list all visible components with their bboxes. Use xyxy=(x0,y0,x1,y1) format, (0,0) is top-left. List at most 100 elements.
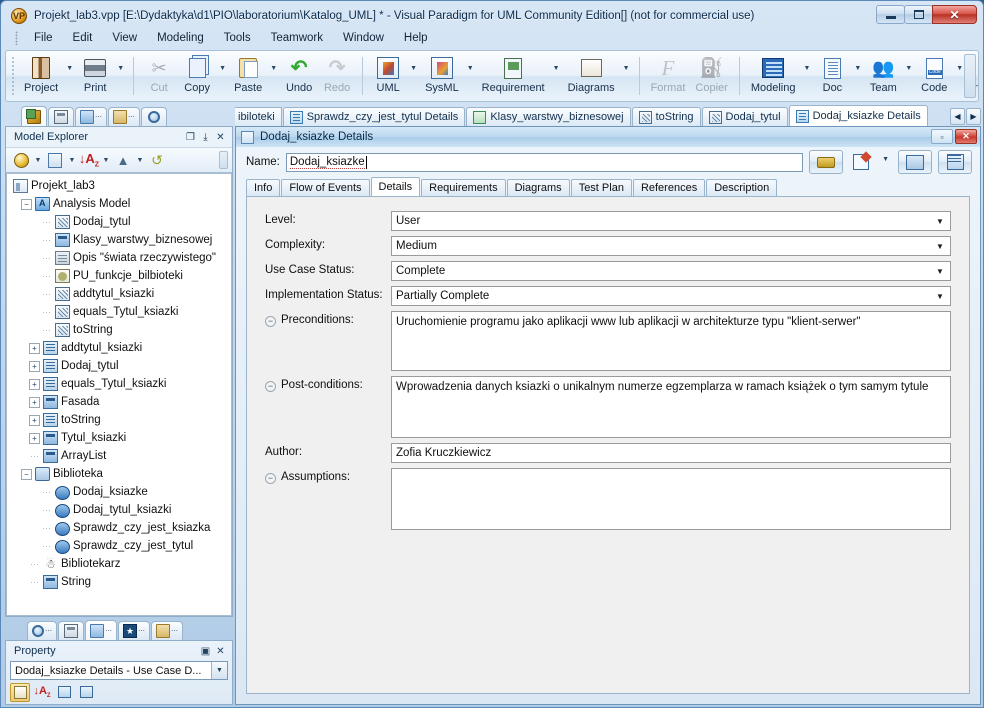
postconditions-textarea[interactable]: Wprowadzenia danych ksiazki o unikalnym … xyxy=(391,376,951,438)
menu-item-modeling[interactable]: Modeling xyxy=(148,30,213,46)
implementation-status-combo[interactable]: Partially Complete ▼ xyxy=(391,286,951,306)
tree-item-string[interactable]: ⋯ String xyxy=(10,573,231,591)
sysml-dropdown-arrow-icon[interactable]: ▼ xyxy=(464,65,477,72)
requirement-dropdown-arrow-icon[interactable]: ▼ xyxy=(550,65,563,72)
document-tab-ibiloteki[interactable]: ibiloteki xyxy=(235,107,282,126)
toolbar-undo-button[interactable]: ↶ Undo xyxy=(280,53,318,99)
tree-item-dodaj-tytul-ucd[interactable]: ⋯ Dodaj_tytul xyxy=(10,213,231,231)
tree-item-klasy-warstwy-biznesowej[interactable]: ⋯ Klasy_warstwy_biznesowej xyxy=(10,231,231,249)
undock-icon[interactable]: ▣ xyxy=(198,644,213,659)
sync-refresh-button[interactable]: ↺ xyxy=(146,150,168,171)
toolbar-uml-button[interactable]: UML xyxy=(369,53,407,99)
document-tab-klasy-warstwy-biznesowej[interactable]: Klasy_warstwy_biznesowej xyxy=(466,107,631,126)
dock-tab-model-explorer[interactable] xyxy=(21,106,47,126)
tab-details[interactable]: Details xyxy=(370,177,421,196)
tree-item-fasada[interactable]: + Fasada xyxy=(10,393,231,411)
team-dropdown-arrow-icon[interactable]: ▼ xyxy=(902,65,915,72)
dock-tab-class-repository[interactable]: ⋯ xyxy=(75,107,107,126)
chevron-down-icon[interactable]: ▼ xyxy=(211,662,227,679)
toolbar-redo-button[interactable]: ↷ Redo xyxy=(318,53,356,99)
dock-tab-search-panel[interactable]: ⋯ xyxy=(27,621,57,640)
chevron-down-icon[interactable]: ▼ xyxy=(933,237,947,255)
toolbar-copy-button[interactable]: Copy xyxy=(178,53,216,99)
complexity-combo[interactable]: Medium ▼ xyxy=(391,236,951,256)
dock-tab-database[interactable]: ⋯ xyxy=(151,621,183,640)
collapse-section-icon[interactable]: − xyxy=(265,381,276,392)
collapse-expander-icon[interactable]: − xyxy=(21,468,32,480)
tree-item-addtytul-ksiazki-seq[interactable]: + addtytul_ksiazki xyxy=(10,339,231,357)
dock-tab-documentation[interactable] xyxy=(58,621,84,640)
menu-grip-icon[interactable] xyxy=(15,31,18,45)
toolbar-diagrams-button[interactable]: Diagrams xyxy=(563,53,620,99)
chevron-down-icon[interactable]: ▼ xyxy=(933,287,947,305)
menu-item-tools[interactable]: Tools xyxy=(215,30,260,46)
toolbar-grip-icon[interactable] xyxy=(11,56,15,96)
toolbar-format-button[interactable]: F Format xyxy=(646,53,691,99)
expand-expander-icon[interactable]: + xyxy=(29,396,40,408)
document-tab-dodaj-ksiazke-details[interactable]: Dodaj_ksiazke Details xyxy=(788,105,928,126)
collapse-dropdown-arrow-icon[interactable]: ▼ xyxy=(135,157,145,164)
tree-item-arraylist[interactable]: ⋯ ArrayList xyxy=(10,447,231,465)
property-target-combo[interactable]: Dodaj_ksiazke Details - Use Case D... ▼ xyxy=(10,661,228,680)
level-combo[interactable]: User ▼ xyxy=(391,211,951,231)
group-by-button[interactable] xyxy=(44,150,66,171)
tree-item-bibliotekarz[interactable]: ⋯ ☃ Bibliotekarz xyxy=(10,555,231,573)
toolbar-requirement-button[interactable]: Requirement xyxy=(477,53,550,99)
tab-requirements[interactable]: Requirements xyxy=(421,179,506,196)
use-case-status-combo[interactable]: Complete ▼ xyxy=(391,261,951,281)
details-close-button[interactable]: ✕ xyxy=(955,129,977,144)
sort-az-button[interactable]: ↓AZ xyxy=(32,683,52,702)
minimize-button[interactable] xyxy=(876,5,905,24)
menu-item-teamwork[interactable]: Teamwork xyxy=(262,30,332,46)
toolbar-modeling-button[interactable]: Modeling xyxy=(746,53,801,99)
collapse-expander-icon[interactable]: − xyxy=(21,198,32,210)
collapse-all-button[interactable] xyxy=(76,683,96,702)
tree-item-analysis-model[interactable]: − Analysis Model xyxy=(10,195,231,213)
project-dropdown-arrow-icon[interactable]: ▼ xyxy=(63,65,76,72)
pin-icon[interactable]: ⤓ xyxy=(198,130,213,145)
panel-close-icon[interactable]: ✕ xyxy=(213,130,228,145)
tree-item-sprawdz-czy-jest-ksiazka[interactable]: ⋯ Sprawdz_czy_jest_ksiazka xyxy=(10,519,231,537)
chevron-down-icon[interactable]: ▼ xyxy=(933,212,947,230)
document-tab-dodaj-tytul[interactable]: Dodaj_tytul xyxy=(701,107,788,126)
toolbar-project-button[interactable]: Project xyxy=(19,53,63,99)
maximize-button[interactable] xyxy=(904,5,933,24)
model-explorer-tree[interactable]: Projekt_lab3 − Analysis Model ⋯ Dodaj_ty… xyxy=(6,173,232,616)
collapse-up-button[interactable]: ▲ xyxy=(112,150,134,171)
sort-az-button[interactable]: ↓AZ xyxy=(78,150,100,171)
toolbar-overflow-scrollbar[interactable] xyxy=(964,54,976,98)
menu-item-help[interactable]: Help xyxy=(395,30,437,46)
diagrams-dropdown-arrow-icon[interactable]: ▼ xyxy=(620,65,633,72)
dock-tab-search[interactable] xyxy=(141,107,167,126)
tree-item-opis-swiata[interactable]: ⋯ Opis "świata rzeczywistego" xyxy=(10,249,231,267)
tab-test-plan[interactable]: Test Plan xyxy=(570,179,632,196)
author-input[interactable]: Zofia Kruczkiewicz xyxy=(391,443,951,463)
edit-dropdown-arrow-icon[interactable]: ▼ xyxy=(879,156,892,163)
menu-item-window[interactable]: Window xyxy=(334,30,393,46)
tree-item-tostring-ucd[interactable]: ⋯ toString xyxy=(10,321,231,339)
expand-all-button[interactable] xyxy=(54,683,74,702)
toolbar-copier-button[interactable]: ⛽ Copier xyxy=(690,53,732,99)
tab-description[interactable]: Description xyxy=(706,179,778,196)
tree-item-addtytul-ksiazki-ucd[interactable]: ⋯ addtytul_ksiazki xyxy=(10,285,231,303)
tab-scroll-prev-icon[interactable]: ◀ xyxy=(950,108,965,125)
print-dropdown-arrow-icon[interactable]: ▼ xyxy=(114,65,127,72)
toolbar-sysml-button[interactable]: SysML xyxy=(420,53,464,99)
modeling-dropdown-arrow-icon[interactable]: ▼ xyxy=(800,65,813,72)
group-by-dropdown-arrow-icon[interactable]: ▼ xyxy=(67,157,77,164)
menu-item-file[interactable]: File xyxy=(25,30,62,46)
expand-expander-icon[interactable]: + xyxy=(29,432,40,444)
tree-item-tytul-ksiazki[interactable]: + Tytul_ksiazki xyxy=(10,429,231,447)
tree-item-biblioteka[interactable]: − Biblioteka xyxy=(10,465,231,483)
tree-item-pu-funkcje-bilbioteki[interactable]: ⋯ PU_funkcje_bilbioteki xyxy=(10,267,231,285)
name-input[interactable]: Dodaj_ksiazke xyxy=(285,152,804,172)
preconditions-textarea[interactable]: Uruchomienie programu jako aplikacji www… xyxy=(391,311,951,371)
new-model-dropdown-arrow-icon[interactable]: ▼ xyxy=(33,157,43,164)
dock-tab-favorites[interactable]: ★ ⋯ xyxy=(118,621,150,640)
new-model-button[interactable] xyxy=(10,150,32,171)
expand-expander-icon[interactable]: + xyxy=(29,414,40,426)
tree-item-sprawdz-czy-jest-tytul[interactable]: ⋯ Sprawdz_czy_jest_tytul xyxy=(10,537,231,555)
tab-diagrams[interactable]: Diagrams xyxy=(506,179,570,196)
toolbar-paste-button[interactable]: Paste xyxy=(229,53,267,99)
chevron-down-icon[interactable]: ▼ xyxy=(933,262,947,280)
